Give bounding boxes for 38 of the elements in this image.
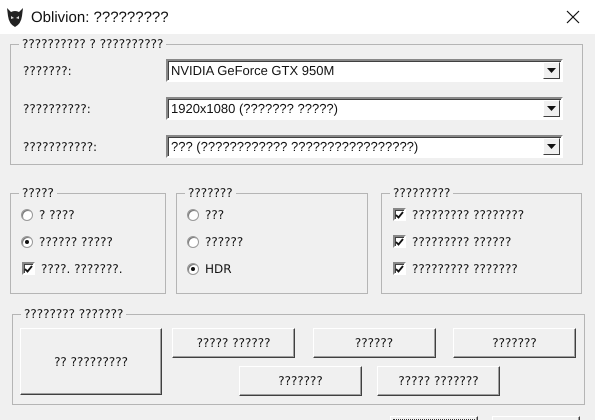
radio-button[interactable]: [21, 236, 33, 248]
option-label: ????. ???????.: [41, 262, 123, 276]
field-label: ??????????:: [23, 102, 92, 116]
close-icon: [566, 10, 580, 24]
action-button[interactable]: ???????: [453, 328, 576, 358]
wolf-head-icon: [5, 6, 25, 28]
field-label: ???????:: [23, 64, 73, 78]
dropdown[interactable]: ??? (???????????? ?????????????????): [166, 135, 563, 158]
option-label: ??????: [205, 234, 244, 248]
action-button[interactable]: ??????: [312, 328, 436, 358]
group-title: ???????? ???????: [21, 307, 126, 321]
radio-button[interactable]: [187, 262, 199, 274]
checkbox[interactable]: [22, 262, 35, 275]
group-title: ?????????? ? ??????????: [19, 37, 166, 51]
option-label: ????????? ??????: [412, 234, 512, 248]
action-button[interactable]: ????? ??????: [172, 328, 295, 358]
dropdown[interactable]: NVIDIA GeForce GTX 950M: [166, 59, 563, 82]
option-label: ????????? ???????: [412, 262, 518, 276]
checkbox[interactable]: [393, 208, 406, 221]
group-title: ???????: [185, 186, 236, 200]
radio-button[interactable]: [21, 208, 33, 220]
option-label: ???: [205, 208, 224, 222]
launch-button[interactable]: ?? ?????????: [20, 328, 162, 395]
radio-button[interactable]: [187, 208, 199, 220]
group-title: ?????: [19, 186, 57, 200]
option-label: ? ????: [39, 208, 75, 222]
radio-button[interactable]: [187, 236, 199, 248]
checkbox[interactable]: [393, 262, 406, 275]
option-label: HDR: [205, 262, 232, 276]
action-button[interactable]: ???????: [239, 366, 362, 396]
window-title: Oblivion: ?????????: [31, 8, 170, 26]
action-button[interactable]: ????? ???????: [377, 366, 500, 396]
option-label: ?????? ?????: [39, 234, 113, 248]
option-label: ????????? ????????: [412, 208, 524, 222]
group-title: ?????????: [390, 186, 454, 200]
dropdown[interactable]: 1920x1080 (??????? ?????): [166, 97, 563, 120]
field-label: ???????????:: [23, 140, 98, 154]
checkbox[interactable]: [393, 235, 406, 248]
